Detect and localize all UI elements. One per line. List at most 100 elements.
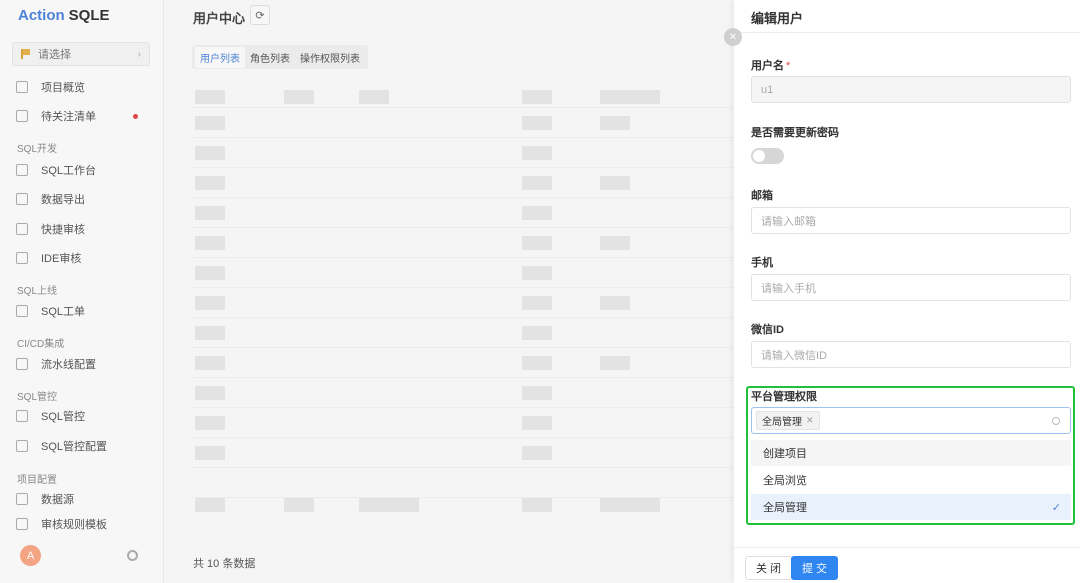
checkmark-icon: ✓ (1051, 501, 1061, 514)
search-icon (1052, 416, 1060, 425)
sidebar-item-watchlist[interactable]: 待关注清单 (16, 106, 96, 126)
table-row (192, 318, 734, 348)
tag-remove-icon[interactable]: ✕ (806, 415, 814, 426)
database-icon (16, 493, 28, 505)
table-row (192, 228, 734, 258)
sidebar-item-sql-control[interactable]: SQL管控 (16, 406, 85, 426)
email-label: 邮箱 (751, 190, 773, 202)
sidebar-item-label: 流水线配置 (41, 359, 96, 371)
email-field[interactable]: 请输入邮箱 (751, 207, 1071, 234)
sidebar-item-data-export[interactable]: 数据导出 (16, 189, 85, 209)
list-icon (16, 110, 28, 122)
project-select-placeholder: 请选择 (38, 49, 71, 61)
wechat-label: 微信ID (751, 324, 784, 336)
user-table (192, 78, 734, 518)
table-row (192, 198, 734, 228)
tag-label: 全局管理 (762, 417, 802, 428)
table-row (192, 468, 734, 512)
selected-tag: 全局管理 ✕ (756, 411, 820, 430)
sidebar-item-overview[interactable]: 项目概览 (16, 77, 85, 97)
code-icon (16, 252, 28, 264)
sidebar-item-ide-audit[interactable]: IDE审核 (16, 248, 81, 268)
sidebar-item-label: SQL工作台 (41, 165, 97, 177)
app-logo[interactable]: Action SQLE (18, 7, 110, 24)
nav-group-project-config: 项目配置 (17, 475, 57, 486)
nav-group-sql-release: SQL上线 (17, 286, 58, 297)
wechat-field[interactable]: 请输入微信ID (751, 341, 1071, 368)
sidebar-item-label: SQL工单 (41, 306, 86, 318)
refresh-button[interactable]: ⟳ (250, 5, 270, 25)
pipeline-icon (16, 358, 28, 370)
avatar[interactable]: A (20, 545, 41, 566)
sidebar-item-label: 数据源 (41, 494, 74, 506)
edit-user-drawer: 编辑用户 用户名 * u1 是否需要更新密码 邮箱 请输入邮箱 手机 请输入手机 … (734, 0, 1080, 583)
shield-icon (16, 410, 28, 422)
platform-permission-label: 平台管理权限 (751, 391, 817, 403)
option-global-admin[interactable]: 全局管理 ✓ (751, 494, 1071, 520)
sidebar-item-quick-audit[interactable]: 快捷审核 (16, 219, 85, 239)
sidebar-item-label: 数据导出 (41, 194, 85, 206)
option-label: 全局管理 (763, 502, 807, 514)
table-row (192, 108, 734, 138)
document-icon (16, 223, 28, 235)
sidebar-item-datasource[interactable]: 数据源 (16, 489, 74, 509)
platform-permission-select[interactable]: 全局管理 ✕ (751, 407, 1071, 434)
sidebar-item-sql-workbench[interactable]: SQL工作台 (16, 160, 96, 180)
gear-icon[interactable] (127, 550, 138, 561)
option-label: 创建项目 (763, 448, 807, 460)
table-row (192, 408, 734, 438)
table-row (192, 378, 734, 408)
total-count: 共 10 条数据 (193, 558, 256, 570)
username-field[interactable]: u1 (751, 76, 1071, 103)
main-content: 用户中心 ⟳ 用户列表 角色列表 操作权限列表 共 10 条数据 (164, 0, 734, 583)
menu-icon (16, 440, 28, 452)
username-label-text: 用户名 (751, 60, 784, 72)
monitor-icon (16, 164, 28, 176)
sidebar-item-label: 待关注清单 (41, 111, 96, 123)
sidebar-item-sql-control-config[interactable]: SQL管控配置 (16, 436, 107, 456)
logo-sqle: SQLE (68, 7, 110, 24)
option-label: 全局浏览 (763, 475, 807, 487)
table-row (192, 138, 734, 168)
close-icon[interactable]: ✕ (724, 28, 742, 46)
toggle-knob (753, 150, 765, 162)
sidebar-item-pipeline[interactable]: 流水线配置 (16, 354, 96, 374)
phone-label: 手机 (751, 257, 773, 269)
update-password-toggle[interactable] (751, 148, 784, 164)
option-create-project[interactable]: 创建项目 (751, 440, 1071, 466)
sidebar-item-rule-template[interactable]: 审核规则模板 (16, 518, 107, 530)
nav-group-cicd: CI/CD集成 (17, 339, 65, 350)
refresh-icon: ⟳ (255, 9, 265, 22)
sidebar-item-label: SQL管控 (41, 411, 86, 423)
table-row (192, 258, 734, 288)
template-icon (16, 518, 28, 530)
drawer-title: 编辑用户 (751, 11, 804, 26)
tab-user-list[interactable]: 用户列表 (195, 46, 245, 68)
sidebar-item-sql-ticket[interactable]: SQL工单 (16, 301, 85, 321)
notification-dot (133, 114, 138, 119)
sidebar-item-label: 快捷审核 (41, 224, 85, 236)
submit-button[interactable]: 提 交 (791, 556, 839, 580)
sidebar-item-label: IDE审核 (41, 253, 82, 265)
option-global-view[interactable]: 全局浏览 (751, 467, 1071, 493)
sidebar-item-label: 审核规则模板 (41, 519, 107, 530)
tab-bar: 用户列表 角色列表 操作权限列表 (192, 45, 368, 69)
tab-permission-list[interactable]: 操作权限列表 (295, 47, 365, 68)
chevron-right-icon: › (137, 48, 141, 60)
sidebar-item-label: 项目概览 (41, 82, 85, 94)
required-mark: * (786, 60, 791, 72)
table-row (192, 168, 734, 198)
tab-role-list[interactable]: 角色列表 (245, 47, 295, 68)
phone-field[interactable]: 请输入手机 (751, 274, 1071, 301)
sidebar-item-label: SQL管控配置 (41, 441, 108, 453)
table-row (192, 78, 734, 108)
table-row (192, 288, 734, 318)
flag-icon (21, 49, 30, 59)
username-label: 用户名 * (751, 57, 790, 73)
close-button[interactable]: 关 闭 (745, 556, 793, 580)
layers-icon (16, 81, 28, 93)
export-icon (16, 193, 28, 205)
sidebar: Action SQLE 请选择 › 项目概览 待关注清单 SQL开发 SQL工作台… (0, 0, 164, 583)
project-select[interactable]: 请选择 › (12, 42, 150, 66)
clipboard-icon (16, 305, 28, 317)
